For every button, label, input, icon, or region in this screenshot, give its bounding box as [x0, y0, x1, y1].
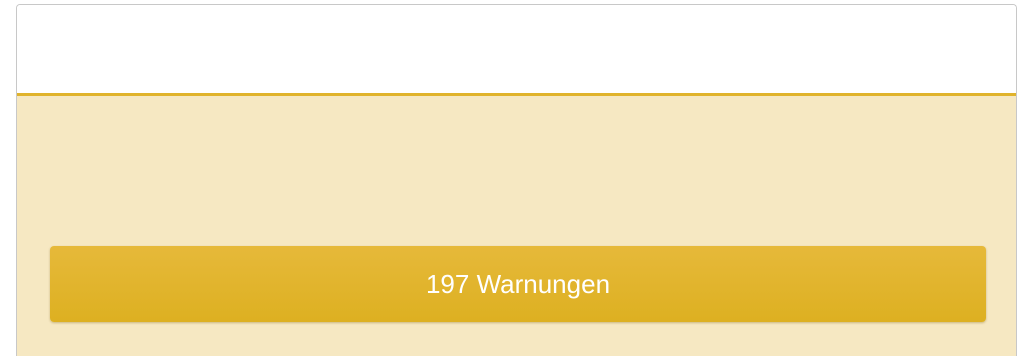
warnings-button[interactable]: 197 Warnungen	[50, 246, 986, 322]
card-header	[17, 5, 1016, 93]
warnings-button-label: 197 Warnungen	[425, 268, 611, 299]
warnings-card: 197 Warnungen	[16, 4, 1017, 356]
warnings-panel: 197 Warnungen	[17, 96, 1016, 356]
